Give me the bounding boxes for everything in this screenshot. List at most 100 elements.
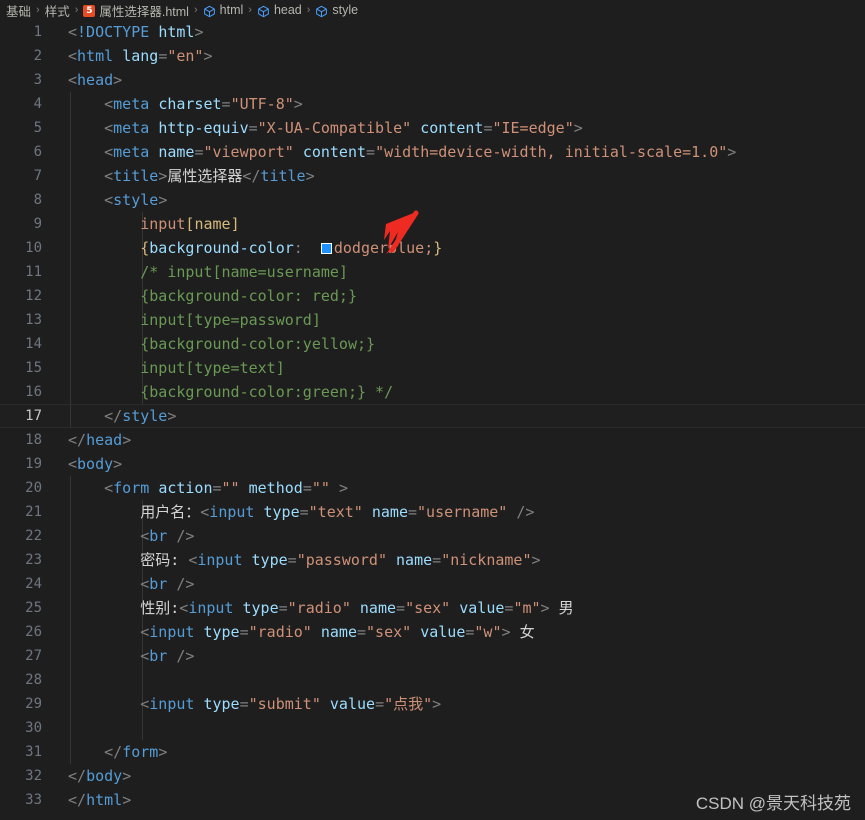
code-line[interactable]: 16 {background-color:green;} */ bbox=[0, 380, 865, 404]
breadcrumb-separator: › bbox=[193, 4, 198, 16]
code-line[interactable]: 28 bbox=[0, 668, 865, 692]
line-content: input[type=password] bbox=[68, 311, 321, 329]
color-swatch-dodgerblue[interactable] bbox=[320, 243, 332, 254]
symbol-field-icon bbox=[203, 5, 216, 18]
line-number: 28 bbox=[25, 672, 42, 688]
line-content: {background-color: red;} bbox=[68, 287, 357, 305]
breadcrumb-item-html[interactable]: html bbox=[203, 3, 244, 18]
line-number: 4 bbox=[33, 96, 42, 112]
code-line[interactable]: 10 {background-color: dodgerblue;} bbox=[0, 236, 865, 260]
line-content: <head> bbox=[68, 71, 123, 89]
line-number: 5 bbox=[33, 120, 42, 136]
code-line[interactable]: 20 <form action="" method="" > bbox=[0, 476, 865, 500]
line-content: input[type=text] bbox=[68, 359, 285, 377]
code-line-active[interactable]: 17 </style> bbox=[0, 404, 865, 428]
line-number: 17 bbox=[25, 408, 42, 424]
line-number: 10 bbox=[25, 240, 42, 256]
line-content: <br /> bbox=[140, 647, 195, 665]
line-content: </form> bbox=[104, 743, 168, 761]
code-line[interactable]: 24 <br /> bbox=[0, 572, 865, 596]
breadcrumb-label: 基础 bbox=[6, 4, 32, 19]
line-content: <input type="submit" value="点我"> bbox=[140, 695, 442, 713]
indent-guide bbox=[70, 668, 71, 692]
line-content: 性别:<input type="radio" name="sex" value=… bbox=[140, 599, 574, 617]
code-line[interactable]: 18 </head> bbox=[0, 428, 865, 452]
line-number: 26 bbox=[25, 624, 42, 640]
breadcrumb-label: 样式 bbox=[44, 4, 70, 19]
html5-icon: 5 bbox=[83, 5, 96, 17]
code-line[interactable]: 3 <head> bbox=[0, 68, 865, 92]
breadcrumb-item-style[interactable]: style bbox=[315, 3, 358, 17]
code-line[interactable]: 11 /* input[name=username] bbox=[0, 260, 865, 284]
breadcrumb: 基础 › 样式 › 5 属性选择器.html › html › head › s… bbox=[0, 0, 865, 20]
code-line[interactable]: 9 input[name] bbox=[0, 212, 865, 236]
code-line[interactable]: 26 <input type="radio" name="sex" value=… bbox=[0, 620, 865, 644]
line-number: 9 bbox=[33, 216, 42, 232]
code-line[interactable]: 30 bbox=[0, 716, 865, 740]
breadcrumb-separator: › bbox=[36, 4, 40, 16]
line-content: {background-color:yellow;} bbox=[68, 335, 376, 353]
line-content: <style> bbox=[104, 191, 168, 209]
line-content: input[name] bbox=[140, 215, 240, 233]
code-line[interactable]: 23 密码: <input type="password" name="nick… bbox=[0, 548, 865, 572]
code-line[interactable]: 15 input[type=text] bbox=[0, 356, 865, 380]
line-number: 14 bbox=[25, 336, 42, 352]
line-number: 1 bbox=[33, 24, 42, 40]
line-number: 11 bbox=[25, 264, 42, 280]
line-number: 8 bbox=[33, 192, 42, 208]
line-number: 15 bbox=[25, 360, 42, 376]
line-content: {background-color: dodgerblue;} bbox=[140, 239, 443, 257]
breadcrumb-item-style-folder[interactable]: 样式 bbox=[45, 1, 70, 20]
line-number: 33 bbox=[25, 792, 42, 808]
line-content: {background-color:green;} */ bbox=[68, 383, 394, 401]
line-number: 31 bbox=[25, 744, 42, 760]
indent-guide bbox=[142, 668, 143, 692]
code-line[interactable]: 4 <meta charset="UTF-8"> bbox=[0, 92, 865, 116]
symbol-field-icon bbox=[315, 5, 328, 18]
code-line[interactable]: 1 <!DOCTYPE html> bbox=[0, 20, 865, 44]
line-number: 2 bbox=[33, 48, 42, 64]
line-content: </body> bbox=[68, 767, 132, 785]
breadcrumb-item-base[interactable]: 基础 bbox=[6, 1, 31, 20]
watermark: CSDN @景天科技苑 bbox=[695, 794, 851, 813]
code-line[interactable]: 14 {background-color:yellow;} bbox=[0, 332, 865, 356]
line-number: 6 bbox=[33, 144, 42, 160]
line-content: </style> bbox=[104, 407, 177, 425]
indent-guide bbox=[142, 716, 143, 740]
code-line[interactable]: 6 <meta name="viewport" content="width=d… bbox=[0, 140, 865, 164]
code-line[interactable]: 25 性别:<input type="radio" name="sex" val… bbox=[0, 596, 865, 620]
code-line[interactable]: 19 <body> bbox=[0, 452, 865, 476]
line-number: 3 bbox=[33, 72, 42, 88]
line-number: 32 bbox=[25, 768, 42, 784]
line-content: </html> bbox=[68, 791, 132, 809]
code-line[interactable]: 21 用户名：<input type="text" name="username… bbox=[0, 500, 865, 524]
line-content: <input type="radio" name="sex" value="w"… bbox=[140, 623, 535, 641]
breadcrumb-label: html bbox=[219, 3, 244, 17]
code-line[interactable]: 2 <html lang="en"> bbox=[0, 44, 865, 68]
line-number: 27 bbox=[25, 648, 42, 664]
line-content: <meta charset="UTF-8"> bbox=[104, 95, 303, 113]
code-line[interactable]: 32 </body> bbox=[0, 764, 865, 788]
breadcrumb-item-head[interactable]: head bbox=[257, 3, 302, 17]
code-line[interactable]: 22 <br /> bbox=[0, 524, 865, 548]
line-content: <meta name="viewport" content="width=dev… bbox=[104, 143, 737, 161]
line-number: 12 bbox=[25, 288, 42, 304]
code-line[interactable]: 7 <title>属性选择器</title> bbox=[0, 164, 865, 188]
line-number: 23 bbox=[25, 552, 42, 568]
code-line[interactable]: 8 <style> bbox=[0, 188, 865, 212]
line-number: 16 bbox=[25, 384, 42, 400]
breadcrumb-label: style bbox=[332, 3, 359, 17]
line-content: </head> bbox=[68, 431, 132, 449]
line-content: <title>属性选择器</title> bbox=[104, 167, 315, 185]
breadcrumb-item-file[interactable]: 5 属性选择器.html bbox=[83, 1, 189, 20]
code-line[interactable]: 31 </form> bbox=[0, 740, 865, 764]
breadcrumb-separator: › bbox=[248, 4, 252, 16]
code-editor[interactable]: 1 <!DOCTYPE html> 2 <html lang="en"> 3 <hea… bbox=[0, 20, 865, 820]
line-number: 24 bbox=[25, 576, 42, 592]
code-line[interactable]: 27 <br /> bbox=[0, 644, 865, 668]
code-line[interactable]: 29 <input type="submit" value="点我"> bbox=[0, 692, 865, 716]
code-line[interactable]: 5 <meta http-equiv="X-UA-Compatible" con… bbox=[0, 116, 865, 140]
code-line[interactable]: 12 {background-color: red;} bbox=[0, 284, 865, 308]
indent-guide bbox=[70, 716, 71, 740]
code-line[interactable]: 13 input[type=password] bbox=[0, 308, 865, 332]
